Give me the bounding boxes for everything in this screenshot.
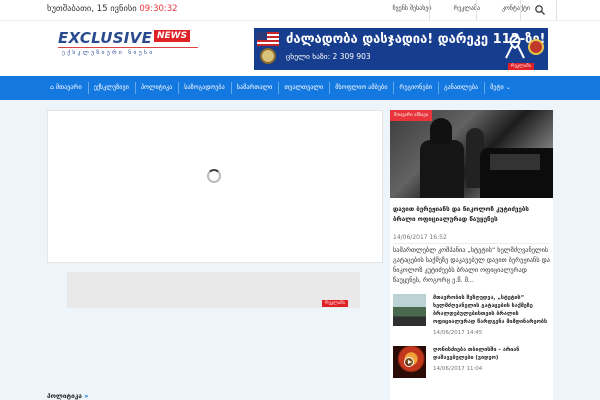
- logo-text: EXCLUSIVE: [58, 29, 153, 47]
- news-sidebar: მთავარი ამბავი დავით ბერეჟიანს და ნიკოლო…: [390, 110, 553, 400]
- nav-item-law[interactable]: სამართალი: [230, 76, 279, 100]
- nav-item-home[interactable]: ⌂ მთავარი: [44, 76, 88, 100]
- featured-image[interactable]: მთავარი ამბავი: [390, 110, 553, 198]
- top-link-about[interactable]: ჩვენს შესახებ: [392, 5, 431, 12]
- nav-item-politics[interactable]: პოლიტიკა: [134, 76, 178, 100]
- news-thumbnail[interactable]: [393, 294, 426, 326]
- current-date: ხუთშაბათი, 15 ივნისი 09:30:32: [47, 4, 178, 14]
- header-ad-banner[interactable]: ძალადობა დასჯადია! დარეკე 112-ზე! ცხელი …: [254, 28, 548, 70]
- divider: [476, 0, 477, 21]
- ribbon-icon: [505, 34, 525, 59]
- chevron-right-icon: »: [84, 392, 89, 400]
- seal-icon: [260, 48, 276, 64]
- top-link-contact[interactable]: კონტაქტი: [502, 5, 530, 12]
- content-ad-placeholder[interactable]: [67, 272, 360, 308]
- divider: [393, 243, 550, 244]
- nav-item-exclusive[interactable]: ექსკლუზივი: [87, 76, 135, 100]
- news-slider[interactable]: [47, 110, 383, 263]
- featured-date: 14/06/2017 16:52: [393, 234, 447, 241]
- divider: [520, 0, 521, 21]
- ad-label: რეკლამა: [508, 63, 534, 70]
- nav-item-label: მეტი: [490, 84, 504, 91]
- nav-item-more[interactable]: მეტი ⌄: [484, 76, 517, 100]
- logo-underline: [58, 47, 198, 48]
- car-window: [490, 154, 540, 170]
- nav-item-regions[interactable]: რეგიონები: [393, 76, 438, 100]
- section-heading-label: პოლიტიკა: [47, 392, 82, 400]
- list-item-title[interactable]: ღონისძიება თბილისში – არიან დაშავებულები…: [433, 346, 551, 362]
- emblem-icon: [528, 39, 544, 55]
- home-icon: ⌂: [50, 84, 54, 91]
- us-flag-icon: [257, 32, 279, 46]
- top-bar: ხუთშაბათი, 15 ივნისი 09:30:32 ჩვენს შესა…: [0, 0, 600, 21]
- date-text: ხუთშაბათი, 15 ივნისი: [47, 4, 137, 14]
- featured-excerpt: სამართლებლ კომპანია „სტეტის“ ხელმძღვანელ…: [393, 247, 550, 284]
- play-icon: [404, 357, 414, 367]
- nav-item-label: მთავარი: [55, 84, 82, 91]
- list-item-date: 14/06/2017 14:45: [433, 330, 483, 336]
- person-figure: [420, 140, 464, 198]
- featured-title[interactable]: დავით ბერეჟიანს და ნიკოლოზ კუტიძეებს ბრა…: [393, 205, 551, 225]
- list-item-date: 14/06/2017 11:04: [433, 366, 483, 372]
- section-heading[interactable]: პოლიტიკა »: [47, 392, 88, 400]
- search-icon[interactable]: [534, 4, 546, 16]
- site-logo[interactable]: EXCLUSIVE NEWS ექსკლუზიური ნიუსი: [58, 29, 208, 61]
- person-head: [430, 118, 452, 144]
- divider: [429, 0, 430, 21]
- site-header: EXCLUSIVE NEWS ექსკლუზიური ნიუსი ძალადობ…: [0, 21, 600, 76]
- loading-spinner-icon: [207, 169, 221, 183]
- clock-time: 09:30:32: [139, 4, 178, 14]
- ad-label: რეკლამა: [322, 300, 348, 307]
- nav-item-world[interactable]: მსოფლიო ამბები: [329, 76, 393, 100]
- nav-item-society[interactable]: საზოგადოება: [178, 76, 231, 100]
- divider: [556, 0, 557, 21]
- list-item[interactable]: ღონისძიება თბილისში – არიან დაშავებულები…: [393, 346, 553, 386]
- nav-item-surveillance[interactable]: თვალთვალი: [278, 76, 329, 100]
- chevron-down-icon: ⌄: [505, 84, 511, 91]
- featured-tag[interactable]: მთავარი ამბავი: [390, 110, 433, 121]
- logo-subtitle: ექსკლუზიური ნიუსი: [62, 50, 155, 56]
- nav-item-education[interactable]: განათლება: [437, 76, 484, 100]
- main-content: რეკლამა მთავარი ამბავი დავით ბერეჟიანს დ…: [0, 100, 600, 400]
- news-thumbnail[interactable]: [393, 346, 426, 378]
- banner-hotline: ცხელი ხაზი: 2 309 903: [286, 52, 371, 61]
- list-item[interactable]: მთავრობის შეზღუდვა, „სტეტის“ ხელმძღვანელ…: [393, 294, 553, 336]
- top-links: ჩვენს შესახებ რეკლამა კონტაქტი: [392, 5, 530, 12]
- list-item-title[interactable]: მთავრობის შეზღუდვა, „სტეტის“ ხელმძღვანელ…: [433, 294, 551, 326]
- main-nav: ⌂ მთავარი ექსკლუზივი პოლიტიკა საზოგადოებ…: [0, 76, 600, 100]
- logo-badge: NEWS: [154, 30, 191, 42]
